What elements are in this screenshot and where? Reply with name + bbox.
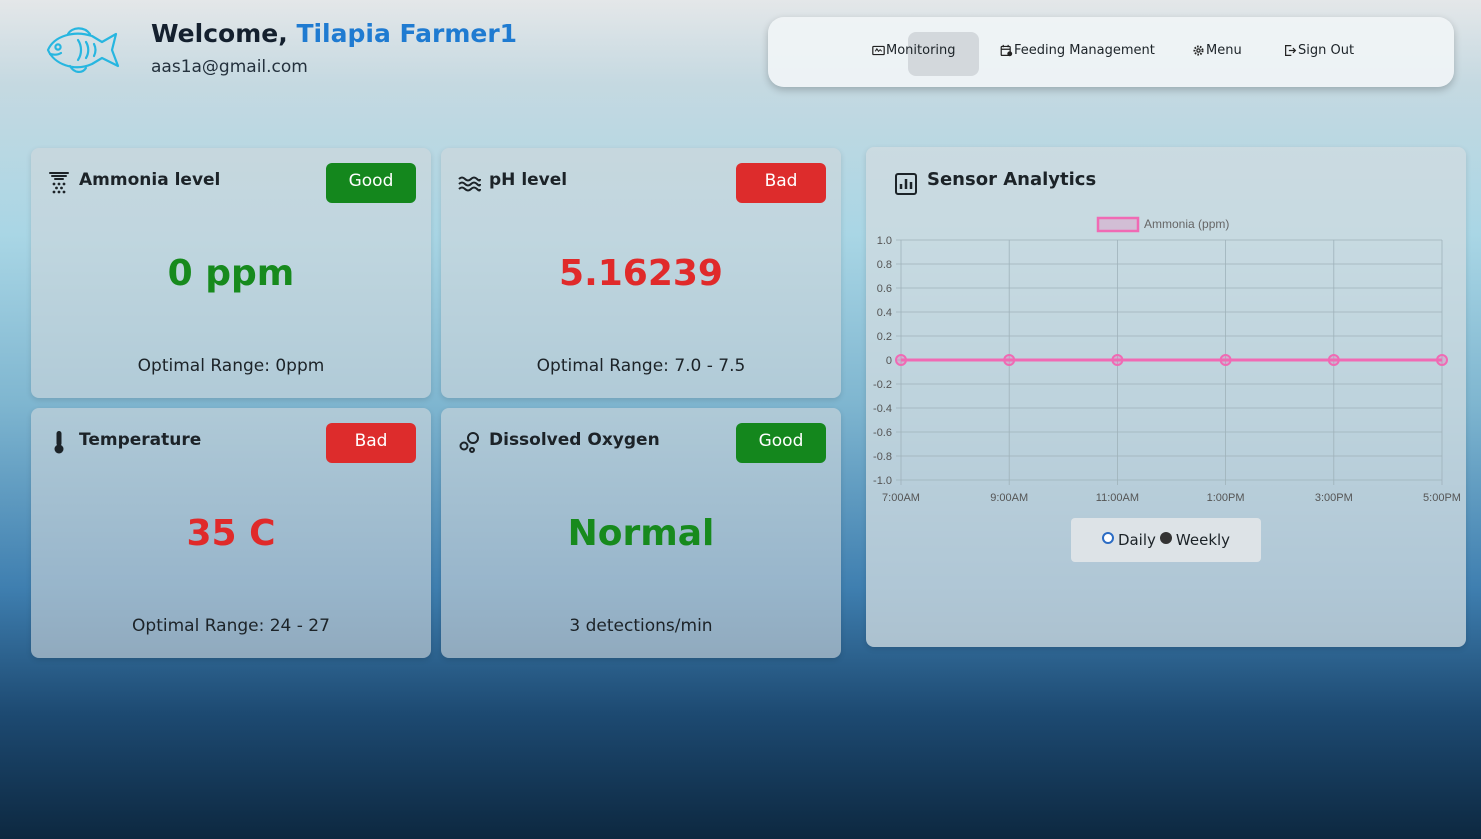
nav-monitoring-label: Monitoring [886,43,956,58]
range-option-weekly[interactable]: Weekly [1159,531,1231,549]
x-tick-label: 7:00AM [882,492,920,504]
card-title: Ammonia level [79,170,221,190]
data-point [1003,354,1016,366]
x-tick-label: 5:00PM [1423,492,1461,504]
water-waves-icon [458,176,481,192]
card-title: Temperature [79,430,202,450]
status-badge: Good [326,163,416,203]
status-badge: Bad [326,423,416,463]
dissolved-oxygen-card: Dissolved Oxygen Good Normal 3 detection… [441,408,841,658]
ammonia-card: Ammonia level Good 0 ppm Optimal Range: … [31,148,431,398]
nav-sign-out[interactable]: Sign Out [1284,43,1354,58]
y-tick-label: 0.2 [877,331,892,343]
daily-radio[interactable] [1101,532,1114,544]
y-tick-label: -0.8 [873,451,892,463]
sign-out-icon [1285,45,1297,56]
nav-feeding-label: Feeding Management [1014,43,1155,58]
data-point [1436,354,1448,366]
user-name: Tilapia Farmer1 [296,19,518,48]
optimal-range: Optimal Range: 7.0 - 7.5 [536,356,746,376]
optimal-range: Optimal Range: 24 - 27 [132,616,330,636]
card-title: pH level [489,170,568,190]
welcome-heading: Welcome, Tilapia Farmer1 [151,19,517,48]
data-point [1219,354,1232,366]
optimal-range: Optimal Range: 0ppm [137,356,325,376]
y-tick-label: 0.6 [877,283,892,295]
temperature-card: Temperature Bad 35 C Optimal Range: 24 -… [31,408,431,658]
y-tick-label: -1.0 [873,475,892,487]
x-tick-label: 11:00AM [1096,492,1139,504]
detection-rate: 3 detections/min [569,616,713,636]
x-tick-label: 1:00PM [1207,492,1245,504]
status-badge: Bad [736,163,826,203]
data-point [1111,354,1124,366]
data-point [1327,354,1340,366]
fish-icon [46,27,120,73]
range-selector: Daily Weekly [1071,518,1261,562]
welcome-prefix: Welcome, [151,19,288,48]
x-tick-label: 9:00AM [990,492,1028,504]
gear-icon [1193,45,1204,56]
nav-feeding-management[interactable]: Feeding Management [1000,43,1155,58]
top-navbar: Monitoring Feeding Management Menu Sign … [768,17,1454,87]
daily-label: Daily [1117,531,1156,549]
sensor-value: 0 ppm [167,253,295,294]
y-tick-label: -0.6 [873,427,892,439]
nav-sign-out-label: Sign Out [1298,43,1355,58]
sensor-value: 35 C [186,513,276,554]
y-tick-label: 0.4 [877,307,892,319]
ph-card: pH level Bad 5.16239 Optimal Range: 7.0 … [441,148,841,398]
sensor-value: Normal [567,513,715,554]
nav-monitoring[interactable]: Monitoring [872,43,956,58]
weekly-label: Weekly [1175,531,1231,549]
calendar-gear-icon [1000,44,1013,57]
range-option-daily[interactable]: Daily [1101,531,1156,549]
y-tick-label: 0 [886,355,892,367]
ammonia-icon [49,172,69,194]
nav-menu[interactable]: Menu [1192,43,1242,58]
bubbles-icon [459,432,479,453]
status-badge: Good [736,423,826,463]
card-title: Dissolved Oxygen [489,430,660,450]
y-tick-label: -0.2 [873,379,892,391]
y-tick-label: 1.0 [877,235,892,247]
sensor-value: 5.16239 [559,253,723,294]
thermometer-icon [54,431,64,454]
y-tick-label: -0.4 [873,403,892,415]
legend-swatch [1096,216,1140,233]
sensor-analytics-panel: Sensor Analytics 1.0 0.8 0.6 0.4 0.2 0 -0.2 -0.… [866,147,1466,647]
legend-label: Ammonia (ppm) [1144,217,1229,231]
monitor-icon [872,45,885,56]
nav-menu-label: Menu [1206,43,1242,58]
y-tick-label: 0.8 [877,259,892,271]
ammonia-line-chart: 1.0 0.8 0.6 0.4 0.2 0 -0.2 -0.4 -0.6 -0.8 -1.0 7:00… [873,216,1461,504]
weekly-radio[interactable] [1159,532,1172,544]
data-point [895,354,907,366]
x-tick-label: 3:00PM [1315,492,1353,504]
user-email: aas1a@gmail.com [151,57,308,77]
